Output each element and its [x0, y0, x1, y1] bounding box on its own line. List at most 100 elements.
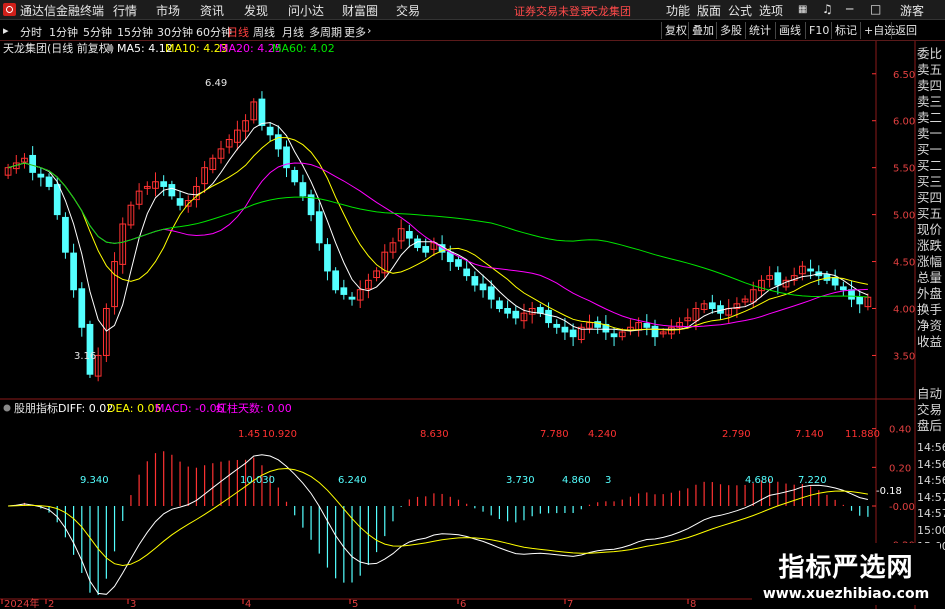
tongji-button[interactable]: 统计 — [745, 22, 774, 39]
bell-icon[interactable]: ♫ — [822, 2, 833, 16]
menu-item-faxian[interactable]: 发现 — [244, 2, 268, 19]
fuquan-button[interactable]: 复权 — [661, 22, 690, 39]
after-hours-label[interactable]: 盘后 — [917, 418, 942, 434]
huaxian-button[interactable]: 画线 — [775, 22, 804, 39]
tab-more[interactable]: 更多 — [344, 24, 366, 40]
candle-body — [774, 272, 782, 286]
trade-label[interactable]: 交易 — [917, 402, 942, 418]
candle-body — [708, 302, 716, 310]
tab-5min[interactable]: 5分钟 — [83, 24, 112, 40]
tab-weekly[interactable]: 周线 — [253, 24, 275, 40]
quote-panel: 委比 卖五 卖四 卖三 卖二 卖一 买一 买二 买三 买四 买五 现价 涨跌 涨… — [917, 46, 942, 350]
tick-time: 14:57 — [917, 490, 945, 504]
menu-item-zixun[interactable]: 资讯 — [200, 2, 224, 19]
macd-red-label: 2.790 — [722, 429, 751, 440]
candle-body — [340, 287, 348, 295]
x-tick-label: 2 — [48, 599, 54, 609]
candle-body — [78, 288, 86, 328]
menu-item-caifuquan[interactable]: 财富圈 — [342, 2, 378, 19]
nav-icon[interactable]: ▸ — [3, 24, 9, 37]
menu-item-jiaoyi[interactable]: 交易 — [396, 2, 420, 19]
menu-item-shichang[interactable]: 市场 — [156, 2, 180, 19]
trade-login-notice[interactable]: 证券交易未登录 — [514, 3, 591, 19]
candle-body — [496, 300, 503, 310]
settings-icon[interactable] — [106, 44, 114, 52]
candle-body — [324, 244, 331, 272]
x-tick-label: 6 — [460, 599, 466, 609]
quote-label: 买二 — [917, 158, 943, 173]
f10-button[interactable]: F10 — [805, 22, 832, 39]
candle-body — [168, 184, 176, 197]
x-tick-label: 3 — [130, 599, 136, 609]
tab-daily[interactable]: 日线 — [227, 24, 249, 40]
diejia-button[interactable]: 叠加 — [688, 22, 717, 39]
tab-1min[interactable]: 1分钟 — [49, 24, 78, 40]
low-price-mark: 3.16 — [74, 351, 96, 362]
duogu-button[interactable]: 多股 — [716, 22, 745, 39]
price-tick-label: 5.50 — [893, 164, 915, 175]
auto-trade-label[interactable]: 自动 — [917, 386, 942, 402]
candles-layer — [4, 91, 872, 382]
axis-layer: 6.50 6.00 5.50 5.00 4.50 4.00 3.50 0.40 0.20 -0.0… — [1, 70, 915, 609]
candle-body — [504, 308, 511, 314]
macd-green-label: 7.220 — [798, 475, 827, 486]
watermark-title: 指标严选网 — [778, 553, 914, 583]
candle-body — [315, 211, 323, 244]
minimize-icon[interactable]: ─ — [846, 2, 853, 16]
macd-green-label: 9.340 — [80, 475, 109, 486]
quote-label: 涨跌 — [917, 238, 943, 253]
quote-label: 卖五 — [917, 62, 943, 77]
price-tick-label: 3.50 — [893, 351, 915, 362]
back-button[interactable]: 返回 — [891, 22, 920, 39]
candle-body — [471, 276, 479, 286]
candle-body — [37, 173, 45, 178]
ma60-legend: MA60: 4.02 — [272, 42, 335, 55]
tick-time: 15:00 — [917, 523, 945, 537]
dea-legend: DEA: 0.05 — [107, 402, 161, 415]
stock-name-title: 天龙集团 — [587, 5, 631, 18]
quote-label: 买四 — [917, 190, 943, 205]
diff-line — [8, 454, 869, 595]
candle-body — [856, 296, 864, 305]
ma10-line — [7, 137, 869, 331]
x-tick-label: 7 — [567, 599, 573, 609]
menu-item-xuanxiang[interactable]: 选项 — [759, 2, 783, 19]
candle-body — [651, 325, 659, 338]
menu-item-gongneng[interactable]: 功能 — [666, 2, 690, 19]
macd-red-label: 7.140 — [795, 429, 824, 440]
macd-red-label: 8.630 — [420, 429, 449, 440]
quote-label: 净资 — [917, 318, 943, 333]
candle-body — [422, 246, 430, 253]
candle-body — [258, 98, 266, 126]
ma-lines-layer — [7, 122, 869, 332]
kline-chart[interactable]: 1.45 8.630 7.780 4.240 2.790 7.140 11.880 10.92… — [0, 41, 945, 609]
x-tick-label: 4 — [245, 599, 251, 609]
candle-body — [536, 307, 544, 314]
candle-body — [274, 134, 282, 150]
biaoji-button[interactable]: 标记 — [831, 22, 860, 39]
candle-body — [53, 184, 61, 216]
quote-label: 卖四 — [917, 78, 943, 93]
sub-settings-icon[interactable] — [3, 404, 11, 412]
tab-15min[interactable]: 15分钟 — [117, 24, 153, 40]
period-toolbar: ▸ 分时 1分钟 5分钟 15分钟 30分钟 60分钟 日线 周线 月线 多周期… — [0, 21, 945, 41]
sub-indicator-name: 股朋指标 — [14, 401, 58, 415]
menu-item-gongshi[interactable]: 公式 — [728, 2, 752, 19]
tab-fenshi[interactable]: 分时 — [20, 24, 42, 40]
tab-30min[interactable]: 30分钟 — [157, 24, 193, 40]
grid-icon[interactable]: ▦ — [798, 4, 807, 15]
x-tick-label: 8 — [690, 599, 696, 609]
ma5-line — [7, 122, 869, 332]
menu-item-wenxiaoda[interactable]: 问小达 — [288, 2, 324, 19]
macd-green-label: 6.240 — [338, 475, 367, 486]
app-logo-icon — [3, 3, 16, 16]
tab-monthly[interactable]: 月线 — [282, 24, 304, 40]
macd-layer: 1.45 8.630 7.780 4.240 2.790 7.140 11.880 10.92… — [8, 429, 880, 596]
menu-item-banmian[interactable]: 版面 — [697, 2, 721, 19]
menu-item-hangqing[interactable]: 行情 — [113, 2, 137, 19]
tab-multi-period[interactable]: 多周期 — [309, 24, 342, 40]
quote-label: 买三 — [917, 174, 943, 189]
maximize-icon[interactable]: □ — [870, 2, 881, 16]
chevron-right-icon[interactable]: › — [367, 24, 371, 37]
user-label[interactable]: 游客 — [900, 2, 924, 19]
